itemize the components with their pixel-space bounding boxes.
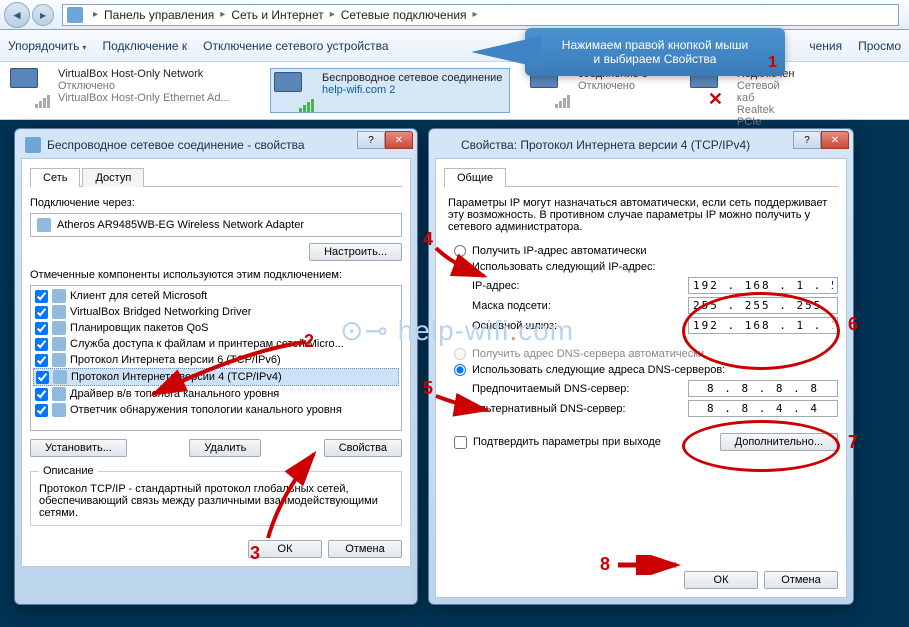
annotation-arrow-2: [146, 340, 316, 400]
list-item[interactable]: Ответчик обнаружения топологии канальног…: [33, 402, 399, 418]
net-name: Беспроводное сетевое соединение: [322, 72, 502, 84]
radio: [454, 348, 466, 360]
adapter-field: Atheros AR9485WB-EG Wireless Network Ada…: [30, 213, 402, 237]
annotation-arrow-8: [616, 555, 686, 575]
callout-line2: и выбираем Свойства: [539, 52, 771, 66]
intro-text: Параметры IP могут назначаться автоматич…: [448, 197, 834, 233]
net-status: Отключено: [58, 80, 230, 92]
net-icon: [10, 68, 50, 108]
proto-icon: [52, 387, 66, 401]
radio-ip-auto[interactable]: Получить IP-адрес автоматически: [454, 245, 838, 257]
configure-button[interactable]: Настроить...: [309, 243, 402, 261]
nav-back-button[interactable]: ◄: [4, 2, 30, 28]
tool-view[interactable]: Просмо: [858, 39, 901, 53]
tool-rename[interactable]: чения: [809, 39, 842, 53]
description-group: Описание Протокол TCP/IP - стандартный п…: [30, 465, 402, 526]
annotation-num-4: 4: [423, 229, 433, 250]
description-title: Описание: [39, 465, 98, 477]
net-status: Отключено: [578, 80, 648, 92]
label-dns2: Альтернативный DNS-сервер:: [472, 403, 688, 415]
net-device: VirtualBox Host-Only Ethernet Ad...: [58, 92, 230, 104]
annotation-num-2: 2: [304, 331, 314, 352]
chk[interactable]: [35, 338, 48, 351]
nav-forward-button[interactable]: ▸: [32, 4, 54, 26]
chk[interactable]: [454, 436, 467, 449]
label-connect-via: Подключение через:: [30, 197, 402, 209]
window-icon: [25, 137, 41, 153]
annotation-circle-7: [682, 420, 840, 472]
close-button[interactable]: ✕: [385, 131, 413, 149]
list-item[interactable]: Клиент для сетей Microsoft: [33, 288, 399, 304]
net-item-wifi-selected[interactable]: Беспроводное сетевое соединение help-wif…: [270, 68, 510, 113]
chk[interactable]: [35, 388, 48, 401]
window-title: Свойства: Протокол Интернета версии 4 (T…: [435, 135, 847, 158]
annotation-num-6: 6: [848, 314, 858, 335]
label-ip: IP-адрес:: [472, 280, 688, 292]
proto-icon: [52, 321, 66, 335]
address-bar: ◄ ▸ ▸ Панель управления ▸ Сеть и Интерне…: [0, 0, 909, 30]
preferred-dns-input[interactable]: [688, 380, 838, 397]
chk[interactable]: [35, 404, 48, 417]
annotation-num-3: 3: [250, 543, 260, 564]
annotation-arrow-3: [260, 446, 330, 546]
annotation-num-1: 1: [768, 54, 777, 72]
adapter-name: Atheros AR9485WB-EG Wireless Network Ada…: [57, 219, 304, 231]
label-dns1: Предпочитаемый DNS-сервер:: [472, 383, 688, 395]
ok-button[interactable]: ОК: [684, 571, 758, 589]
label-mask: Маска подсети:: [472, 300, 688, 312]
help-button[interactable]: ?: [793, 131, 821, 149]
proto-icon: [52, 337, 66, 351]
callout-line1: Нажимаем правой кнопкой мыши: [539, 38, 771, 52]
proto-icon: [52, 353, 66, 367]
label-components: Отмеченные компоненты используются этим …: [30, 269, 402, 281]
annotation-arrow-5: [432, 392, 492, 418]
tab-network[interactable]: Сеть: [30, 168, 80, 187]
chk[interactable]: [35, 322, 48, 335]
cancel-button[interactable]: Отмена: [328, 540, 402, 558]
crumb-network-internet[interactable]: Сеть и Интернет: [231, 8, 323, 22]
proto-icon: [52, 403, 66, 417]
chk[interactable]: [35, 354, 48, 367]
net-icon: [274, 72, 314, 112]
annotation-num-5: 5: [423, 378, 433, 399]
tool-disable[interactable]: Отключение сетевого устройства: [203, 39, 388, 53]
watermark: ⊙⊸ help-wifi.com: [340, 314, 574, 347]
net-name: VirtualBox Host-Only Network: [58, 68, 230, 80]
tool-organize[interactable]: Упорядочить: [8, 39, 86, 53]
net-status: Сетевой каб: [737, 80, 800, 104]
chk[interactable]: [35, 306, 48, 319]
properties-button[interactable]: Свойства: [324, 439, 402, 457]
install-button[interactable]: Установить...: [30, 439, 127, 457]
chk[interactable]: [36, 371, 49, 384]
radio-ip-manual[interactable]: Использовать следующий IP-адрес:: [454, 261, 838, 273]
proto-icon: [52, 305, 66, 319]
crumb-control-panel[interactable]: Панель управления: [104, 8, 214, 22]
location-icon: [67, 7, 83, 23]
breadcrumb-bar[interactable]: ▸ Панель управления ▸ Сеть и Интернет ▸ …: [62, 4, 899, 26]
annotation-num-8: 8: [600, 554, 610, 575]
annotation-num-7: 7: [848, 432, 858, 453]
tab-general[interactable]: Общие: [444, 168, 506, 187]
crumb-network-connections[interactable]: Сетевые подключения: [341, 8, 467, 22]
tab-access[interactable]: Доступ: [82, 168, 144, 187]
close-button[interactable]: ✕: [821, 131, 849, 149]
tool-connect[interactable]: Подключение к: [102, 39, 187, 53]
annotation-callout: Нажимаем правой кнопкой мыши и выбираем …: [525, 28, 785, 76]
radio[interactable]: [454, 364, 466, 376]
help-button[interactable]: ?: [357, 131, 385, 149]
description-text: Протокол TCP/IP - стандартный протокол г…: [39, 483, 393, 519]
proto-icon: [53, 370, 67, 384]
window-title: Беспроводное сетевое соединение - свойст…: [21, 135, 411, 158]
adapter-icon: [37, 218, 51, 232]
net-device: help-wifi.com 2: [322, 84, 502, 96]
cancel-button[interactable]: Отмена: [764, 571, 838, 589]
proto-icon: [52, 289, 66, 303]
net-item-vbox[interactable]: VirtualBox Host-Only Network Отключено V…: [10, 68, 250, 113]
alternate-dns-input[interactable]: [688, 400, 838, 417]
uninstall-button[interactable]: Удалить: [189, 439, 261, 457]
chk[interactable]: [35, 290, 48, 303]
annotation-arrow-4: [432, 244, 492, 284]
annotation-circle-6: [682, 292, 840, 370]
